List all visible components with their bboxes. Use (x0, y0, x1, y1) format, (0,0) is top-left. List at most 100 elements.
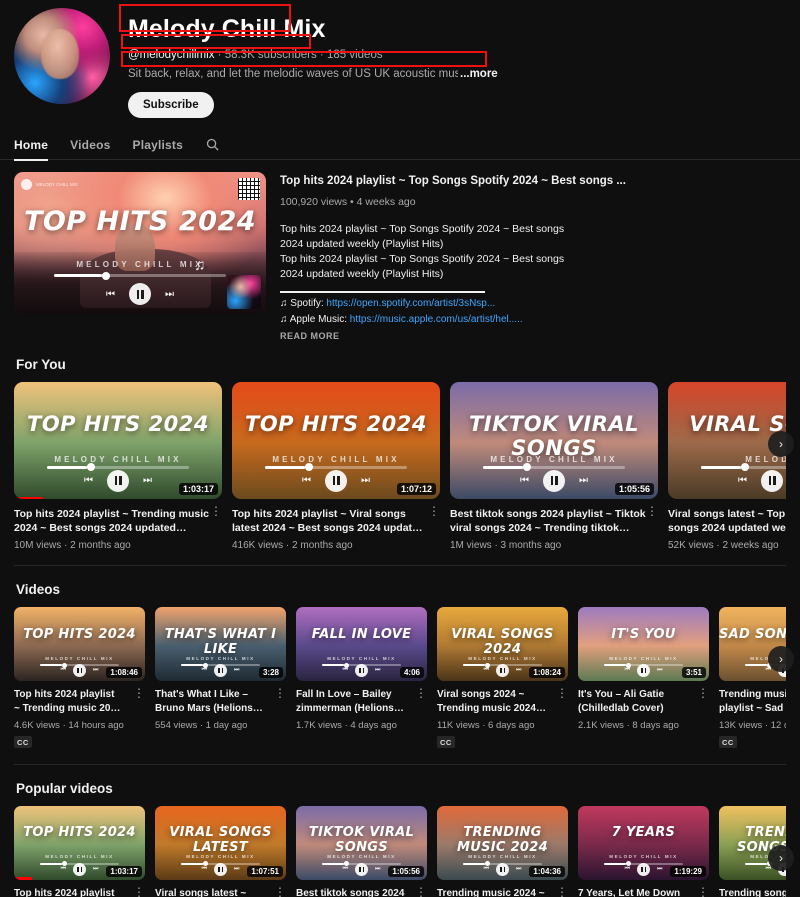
video-card[interactable]: TOP HITS 2024 MELODY CHILL MIX ⏮ ⏭ 1:03:17 To… (14, 382, 222, 551)
shelf-next-arrow-icon[interactable]: › (768, 431, 794, 457)
next-icon[interactable]: ⏭ (143, 475, 152, 486)
player-progress-bar[interactable] (483, 463, 625, 472)
video-card[interactable]: TIKTOK VIRAL SONGS MELODY CHILL MIX ⏮ ⏭ 1:05… (296, 805, 427, 897)
video-card[interactable]: VIRAL SONGS LATEST MELODY CHILL MIX ⏮ ⏭ 1:07… (155, 805, 286, 897)
previous-icon[interactable]: ⏮ (202, 866, 207, 873)
video-card[interactable]: IT'S YOU MELODY CHILL MIX ⏮ ⏭ 3:51 It's You –… (578, 607, 709, 750)
video-title[interactable]: Trending music 2024 ~ Tiktok trending so… (437, 887, 556, 897)
next-icon[interactable]: ⏭ (93, 667, 98, 674)
shelf-next-arrow-icon[interactable]: › (768, 646, 794, 672)
video-title[interactable]: Viral songs latest ~ Top Songs Sp songs … (668, 507, 786, 535)
more-options-icon[interactable]: ⋮ (697, 886, 709, 897)
video-card[interactable]: TRENDING MUSIC 2024 MELODY CHILL MIX ⏮ ⏭ 1:0… (437, 805, 568, 897)
player-progress-bar[interactable] (47, 463, 189, 472)
next-icon[interactable]: ⏭ (361, 475, 370, 486)
search-icon[interactable] (205, 137, 221, 153)
more-options-icon[interactable]: ⋮ (428, 505, 440, 517)
video-title[interactable]: Top hits 2024 playlist ~ Trending music … (14, 688, 133, 715)
more-options-icon[interactable]: ⋮ (415, 687, 427, 699)
more-options-icon[interactable]: ⋮ (210, 505, 222, 517)
next-icon[interactable]: ⏭ (234, 667, 239, 674)
next-icon[interactable]: ⏭ (579, 475, 588, 486)
more-options-icon[interactable]: ⋮ (697, 687, 709, 699)
video-thumbnail[interactable]: TOP HITS 2024 MELODY CHILL MIX ⏮ ⏭ 1:07:12 (232, 382, 440, 499)
more-options-icon[interactable]: ⋮ (133, 687, 145, 699)
pause-icon[interactable] (214, 664, 227, 678)
video-thumbnail[interactable]: TOP HITS 2024 MELODY CHILL MIX ⏮ ⏭ 1:08:46 (14, 607, 145, 681)
pause-icon[interactable] (761, 469, 783, 492)
more-options-icon[interactable]: ⋮ (646, 505, 658, 517)
pause-icon[interactable] (73, 664, 86, 678)
next-icon[interactable]: ⏭ (375, 866, 380, 873)
previous-icon[interactable]: ⏮ (202, 667, 207, 674)
more-options-icon[interactable]: ⋮ (556, 886, 568, 897)
pause-icon[interactable] (107, 469, 129, 492)
video-thumbnail[interactable]: IT'S YOU MELODY CHILL MIX ⏮ ⏭ 3:51 (578, 607, 709, 681)
video-title[interactable]: 7 Years, Let Me Down Slowly | Sad songs … (578, 887, 697, 897)
tab-playlists[interactable]: Playlists (132, 130, 183, 160)
more-options-icon[interactable]: ⋮ (274, 886, 286, 897)
next-icon[interactable]: ⏭ (516, 866, 521, 873)
more-options-icon[interactable]: ⋮ (415, 886, 427, 897)
pause-icon[interactable] (214, 862, 227, 876)
featured-video-title[interactable]: Top hits 2024 playlist ~ Top Songs Spoti… (280, 174, 786, 189)
video-thumbnail[interactable]: 7 YEARS MELODY CHILL MIX ⏮ ⏭ 1:19:29 (578, 805, 709, 880)
next-icon[interactable]: ⏭ (657, 866, 662, 873)
pause-icon[interactable] (325, 469, 347, 492)
pause-icon[interactable] (496, 664, 509, 678)
more-link[interactable]: ...more (460, 67, 498, 82)
next-icon[interactable]: ⏭ (165, 289, 174, 300)
previous-icon[interactable]: ⏮ (625, 667, 630, 674)
previous-icon[interactable]: ⏮ (61, 866, 66, 873)
video-thumbnail[interactable]: TIKTOK VIRAL SONGS MELODY CHILL MIX ⏮ ⏭ 1:05… (296, 805, 427, 880)
video-title[interactable]: Top hits 2024 playlist ~ Trending music … (14, 887, 133, 897)
video-title[interactable]: Top hits 2024 playlist ~ Viral songs lat… (232, 507, 428, 535)
video-title[interactable]: Trending songs 2024 ~ Top hits Spotify 2… (719, 887, 786, 897)
video-title[interactable]: Fall In Love – Bailey zimmerman (Helions… (296, 688, 415, 715)
shelf-next-arrow-icon[interactable]: › (768, 844, 794, 871)
more-options-icon[interactable]: ⋮ (133, 886, 145, 897)
video-thumbnail[interactable]: TOP HITS 2024 MELODY CHILL MIX ⏮ ⏭ 1:03:17 (14, 805, 145, 880)
video-thumbnail[interactable]: THAT'S WHAT I LIKE MELODY CHILL MIX ⏮ ⏭ 3:28 (155, 607, 286, 681)
pause-icon[interactable] (637, 664, 650, 678)
video-card[interactable]: TOP HITS 2024 MELODY CHILL MIX ⏮ ⏭ 1:08:46 To… (14, 607, 145, 750)
read-more-button[interactable]: READ MORE (280, 331, 786, 341)
featured-link-apple-music[interactable]: ♫ Apple Music: https://music.apple.com/u… (280, 314, 786, 325)
video-title[interactable]: That's What I Like – Bruno Mars (Helions… (155, 688, 274, 715)
tab-home[interactable]: Home (14, 130, 49, 161)
video-card[interactable]: SAD SONGS 2024MELODY CHILL MIX⏮⏭1:18:03T… (719, 607, 786, 750)
pause-icon[interactable] (73, 862, 86, 876)
player-progress-bar[interactable] (265, 463, 407, 472)
previous-icon[interactable]: ⏮ (738, 475, 747, 486)
pause-icon[interactable] (355, 664, 368, 678)
previous-icon[interactable]: ⏮ (766, 866, 771, 873)
next-icon[interactable]: ⏭ (516, 667, 521, 674)
next-icon[interactable]: ⏭ (93, 866, 98, 873)
video-card[interactable]: VIRAL SONGS MELODY ⏮⏭ Viral songs latest ~ … (668, 382, 786, 551)
video-card[interactable]: TOP HITS 2024 MELODY CHILL MIX ⏮ ⏭ 1:03:17 To… (14, 805, 145, 897)
previous-icon[interactable]: ⏮ (766, 667, 771, 674)
previous-icon[interactable]: ⏮ (302, 475, 311, 486)
featured-link-spotify-url[interactable]: https://open.spotify.com/artist/3sNsp... (326, 298, 495, 309)
more-options-icon[interactable]: ⋮ (274, 687, 286, 699)
video-card[interactable]: TOP HITS 2024 MELODY CHILL MIX ⏮ ⏭ 1:07:12 To… (232, 382, 440, 551)
tab-videos[interactable]: Videos (70, 130, 110, 160)
next-icon[interactable]: ⏭ (375, 667, 380, 674)
video-title[interactable]: Viral songs 2024 ~ Trending music 2024 ~… (437, 688, 556, 715)
video-card[interactable]: THAT'S WHAT I LIKE MELODY CHILL MIX ⏮ ⏭ 3:28… (155, 607, 286, 750)
channel-description-row[interactable]: Sit back, relax, and let the melodic wav… (128, 67, 728, 82)
pause-icon[interactable] (129, 283, 151, 306)
featured-video-thumbnail[interactable]: MELODY CHILL MIX TOP HITS 2024 MELODY CH… (14, 172, 266, 314)
previous-icon[interactable]: ⏮ (343, 866, 348, 873)
pause-icon[interactable] (496, 862, 509, 876)
video-title[interactable]: Best tiktok songs 2024 playlist ~ Tiktok… (296, 887, 415, 897)
video-card[interactable]: TIKTOK VIRAL SONGS MELODY CHILL MIX ⏮ ⏭ 1:05… (450, 382, 658, 551)
featured-link-apple-music-url[interactable]: https://music.apple.com/us/artist/hel...… (350, 314, 523, 325)
video-thumbnail[interactable]: TOP HITS 2024 MELODY CHILL MIX ⏮ ⏭ 1:03:17 (14, 382, 222, 499)
channel-avatar[interactable] (14, 8, 110, 104)
video-thumbnail[interactable]: FALL IN LOVE MELODY CHILL MIX ⏮ ⏭ 4:06 (296, 607, 427, 681)
more-options-icon[interactable]: ⋮ (556, 687, 568, 699)
video-title[interactable]: Best tiktok songs 2024 playlist ~ Tiktok… (450, 507, 646, 535)
player-progress-knob[interactable] (102, 271, 111, 280)
video-title[interactable]: It's You – Ali Gatie (Chilledlab Cover) (578, 688, 697, 715)
